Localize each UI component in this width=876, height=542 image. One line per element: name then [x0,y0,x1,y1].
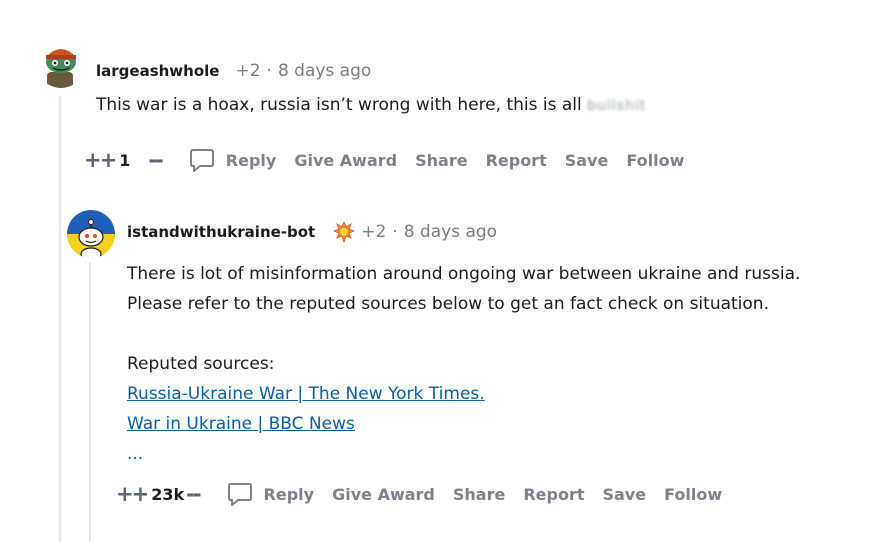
separator: · [392,222,398,242]
give-award-button[interactable]: Give Award [294,151,397,170]
timestamp[interactable]: 8 days ago [278,61,371,81]
comment-text-line: There is lot of misinformation around on… [127,264,801,284]
comment-actions: ++ 23k -- Reply Give Award Share Report … [116,480,722,508]
comment-text-line: Please refer to the reputed sources belo… [127,294,769,314]
comment-bubble-icon [189,149,214,172]
share-button[interactable]: Share [453,485,505,504]
thread-line-reply[interactable] [89,262,91,542]
more-link[interactable]: ... [127,444,143,464]
follow-button[interactable]: Follow [626,151,684,170]
snoo-ukraine-avatar-icon [67,210,115,258]
nyt-link[interactable]: Russia-Ukraine War | The New York Times. [127,384,485,404]
reply-button[interactable]: Reply [226,480,315,508]
thread-line-main[interactable] [59,96,61,542]
reply-label: Reply [263,484,315,504]
timestamp[interactable]: 8 days ago [404,222,497,242]
username[interactable]: largeashwhole [96,62,219,80]
username[interactable]: istandwithukraine-bot [127,223,315,241]
comment-body: There is lot of misinformation around on… [127,259,800,469]
save-button[interactable]: Save [565,151,609,170]
comment-text: This war is a hoax, russia isn’t wrong w… [96,95,582,115]
comment-meta: istandwithukraine-bot +2 · 8 days ago [127,221,497,243]
comment-bubble-icon [227,483,252,506]
avatar[interactable] [67,210,115,258]
snoo-avatar-icon [37,40,85,88]
sources-label: Reputed sources: [127,354,275,374]
bbc-link[interactable]: War in Ukraine | BBC News [127,414,355,434]
upvote-button[interactable]: ++ [116,482,149,506]
karma: +2 [235,61,261,81]
reply-label: Reply [225,150,277,170]
report-button[interactable]: Report [523,485,584,504]
report-button[interactable]: Report [486,151,547,170]
follow-button[interactable]: Follow [664,485,722,504]
separator: · [266,61,272,81]
save-button[interactable]: Save [602,485,646,504]
comment-meta: largeashwhole +2 · 8 days ago [96,61,371,81]
censored-word: bullshit [587,98,647,114]
downvote-button[interactable]: -- [148,148,164,172]
reply-button[interactable]: Reply [188,146,277,174]
share-button[interactable]: Share [415,151,467,170]
avatar[interactable] [37,40,85,88]
upvote-button[interactable]: ++ [84,148,117,172]
comment-actions: ++ 1 -- Reply Give Award Share Report Sa… [84,146,684,174]
award-icon[interactable] [333,221,356,243]
vote-count: 1 [119,150,131,170]
award-icon [333,221,356,243]
vote-count: 23k [151,484,185,504]
downvote-button[interactable]: -- [186,482,202,506]
karma: +2 [361,222,387,242]
give-award-button[interactable]: Give Award [332,485,435,504]
comment-body: This war is a hoax, russia isn’t wrong w… [96,90,646,121]
